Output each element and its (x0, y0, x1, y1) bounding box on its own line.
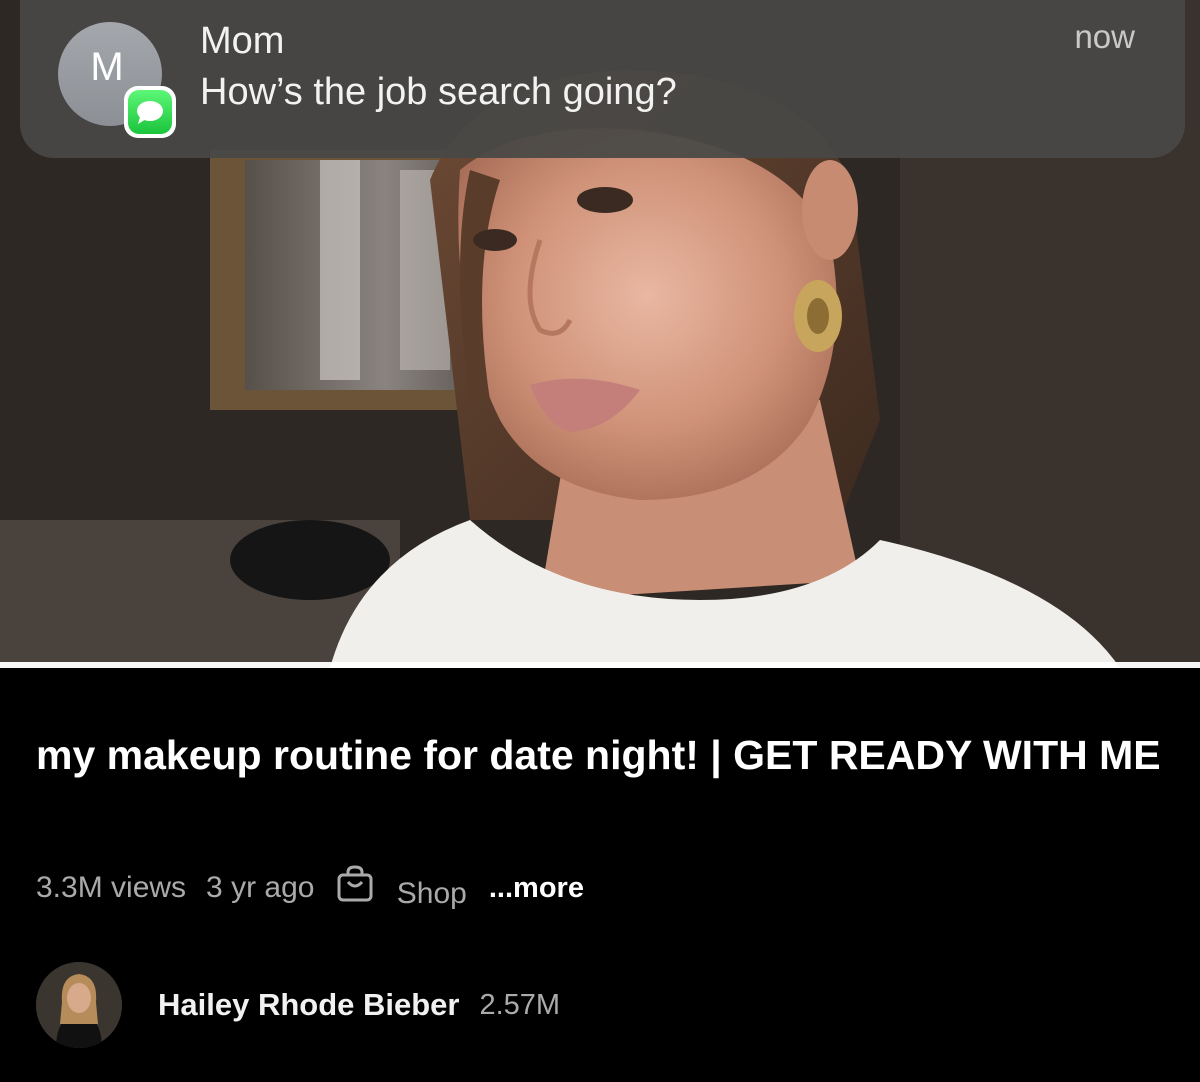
channel-row[interactable]: Hailey Rhode Bieber 2.57M (36, 962, 560, 1048)
video-meta-row: 3.3M views 3 yr ago Shop ...more (36, 865, 584, 911)
notification-time: now (1074, 18, 1135, 55)
channel-avatar-image (36, 962, 122, 1048)
message-notification-banner[interactable]: M Mom How’s the job search going? now (20, 0, 1185, 158)
upload-age: 3 yr ago (206, 871, 315, 904)
shop-label: Shop (396, 877, 467, 910)
subscriber-count: 2.57M (479, 988, 561, 1021)
notification-sender: Mom (200, 20, 285, 62)
contact-avatar-initial: M (90, 44, 124, 89)
video-progress-bar[interactable] (0, 662, 1200, 668)
messages-icon (137, 101, 163, 124)
channel-avatar[interactable] (36, 962, 122, 1048)
notification-message: How’s the job search going? (200, 71, 677, 113)
video-title[interactable]: my makeup routine for date night! | GET … (36, 730, 1176, 780)
view-count: 3.3M views (36, 871, 187, 904)
shop-button[interactable]: Shop (336, 865, 467, 911)
messages-app-badge (124, 86, 176, 138)
channel-name[interactable]: Hailey Rhode Bieber (158, 987, 459, 1023)
video-progress-fill (0, 662, 1200, 668)
more-description-button[interactable]: ...more (489, 872, 584, 905)
shopping-bag-icon (337, 865, 373, 902)
